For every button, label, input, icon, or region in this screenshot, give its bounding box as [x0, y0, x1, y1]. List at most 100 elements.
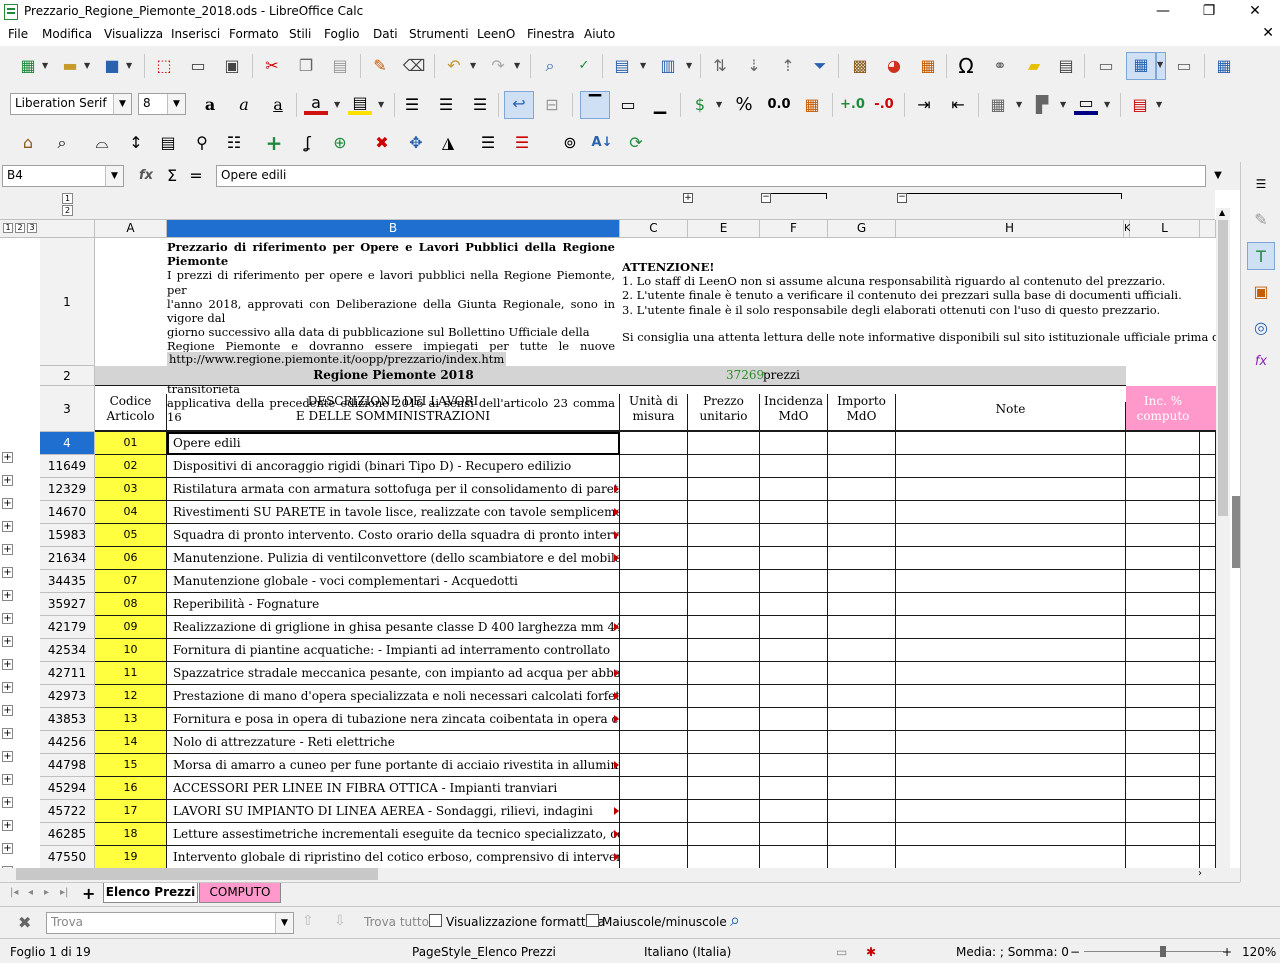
empty-cell[interactable]: [620, 593, 688, 616]
empty-cell[interactable]: [896, 685, 1126, 708]
special-character-icon[interactable]: Ω: [954, 54, 978, 78]
insert-image-icon[interactable]: ▩: [848, 54, 872, 78]
expand-row-group-icon[interactable]: +: [2, 728, 13, 739]
empty-cell[interactable]: [1200, 524, 1216, 547]
close-find-icon[interactable]: ✖: [18, 913, 31, 932]
undo-icon[interactable]: ↶: [442, 54, 466, 78]
description-cell[interactable]: Letture assestimetriche incrementali ese…: [167, 823, 620, 846]
empty-cell[interactable]: [896, 731, 1126, 754]
formula-input[interactable]: Opere edili: [216, 165, 1206, 187]
zoom-in-icon[interactable]: +: [1222, 945, 1232, 959]
height-icon[interactable]: ↕: [124, 131, 148, 155]
row-header[interactable]: 45294: [40, 777, 95, 800]
empty-cell[interactable]: [896, 662, 1126, 685]
row-header[interactable]: 47550: [40, 846, 95, 868]
empty-cell[interactable]: [896, 432, 1126, 455]
empty-cell[interactable]: [688, 524, 760, 547]
headers-footers-icon[interactable]: ▤: [1054, 54, 1078, 78]
code-cell[interactable]: 05: [95, 524, 167, 547]
column-header-m[interactable]: [1200, 220, 1216, 238]
empty-cell[interactable]: [896, 570, 1126, 593]
row-header[interactable]: 44256: [40, 731, 95, 754]
open-dropdown-icon[interactable]: ▼: [84, 54, 92, 78]
find-replace-dialog-icon[interactable]: ⌕: [730, 910, 740, 931]
empty-cell[interactable]: [760, 455, 828, 478]
empty-cell[interactable]: [688, 593, 760, 616]
empty-cell[interactable]: [620, 685, 688, 708]
currency-format-icon[interactable]: $: [688, 93, 712, 117]
outline-level-2[interactable]: 2: [62, 205, 73, 216]
align-middle-icon[interactable]: ▭: [616, 93, 640, 117]
empty-cell[interactable]: [1126, 570, 1200, 593]
row-header[interactable]: 14670: [40, 501, 95, 524]
empty-cell[interactable]: [1200, 547, 1216, 570]
col-level-1[interactable]: 1: [3, 223, 13, 233]
move-icon[interactable]: ✥: [404, 131, 428, 155]
col-level-2[interactable]: 2: [15, 223, 25, 233]
sort-ascending-icon[interactable]: ⇣: [742, 54, 766, 78]
add-decimal-icon[interactable]: +.0: [840, 93, 865, 117]
empty-cell[interactable]: [760, 662, 828, 685]
merge-cells-icon[interactable]: ⊟: [540, 93, 564, 117]
empty-cell[interactable]: [896, 846, 1126, 868]
clone-formatting-icon[interactable]: ✎: [368, 54, 392, 78]
empty-cell[interactable]: [688, 639, 760, 662]
empty-cell[interactable]: [828, 823, 896, 846]
empty-cell[interactable]: [896, 616, 1126, 639]
border-color-icon[interactable]: ▭: [1074, 93, 1098, 115]
description-cell[interactable]: Morsa di amarro a cuneo per fune portant…: [167, 754, 620, 777]
empty-cell[interactable]: [896, 800, 1126, 823]
save-dropdown-icon[interactable]: ▼: [126, 54, 134, 78]
tree-list-icon[interactable]: ☷: [222, 131, 246, 155]
empty-cell[interactable]: [1200, 616, 1216, 639]
sidebar-toggle-handle[interactable]: [1232, 496, 1240, 568]
description-cell[interactable]: Rivestimenti SU PARETE in tavole lisce, …: [167, 501, 620, 524]
date-format-icon[interactable]: ▦: [800, 93, 824, 117]
code-cell[interactable]: 01: [95, 432, 167, 455]
sum-display[interactable]: Media: ; Somma: 0: [956, 945, 1069, 959]
code-cell[interactable]: 18: [95, 823, 167, 846]
empty-cell[interactable]: [1200, 731, 1216, 754]
sort-icon[interactable]: ⇅: [708, 54, 732, 78]
highlight-color-icon[interactable]: ▤: [348, 93, 372, 115]
empty-cell[interactable]: [688, 547, 760, 570]
description-cell[interactable]: Squadra di pronto intervento. Costo orar…: [167, 524, 620, 547]
sum-icon[interactable]: Σ: [160, 164, 184, 188]
find-previous-icon[interactable]: ⇧: [302, 913, 314, 929]
empty-cell[interactable]: [620, 570, 688, 593]
description-cell[interactable]: Manutenzione. Pulizia di ventilconvettor…: [167, 547, 620, 570]
empty-cell[interactable]: [760, 547, 828, 570]
new-icon[interactable]: ▦: [16, 54, 40, 78]
conditional-dropdown-icon[interactable]: ▼: [1156, 93, 1164, 117]
empty-cell[interactable]: [828, 432, 896, 455]
empty-cell[interactable]: [896, 823, 1126, 846]
page-style[interactable]: PageStyle_Elenco Prezzi: [412, 945, 556, 959]
expand-row-group-icon[interactable]: +: [2, 567, 13, 578]
empty-cell[interactable]: [620, 639, 688, 662]
row-header[interactable]: 35927: [40, 593, 95, 616]
gallery-icon[interactable]: ▣: [1247, 278, 1275, 306]
empty-cell[interactable]: [688, 708, 760, 731]
empty-cell[interactable]: [1200, 708, 1216, 731]
empty-cell[interactable]: [1200, 777, 1216, 800]
vertical-scrollbar[interactable]: ▲: [1216, 208, 1230, 868]
redo-dropdown-icon[interactable]: ▼: [514, 54, 522, 78]
hyperlink-icon[interactable]: ⚭: [988, 54, 1012, 78]
empty-cell[interactable]: [688, 777, 760, 800]
empty-cell[interactable]: [760, 616, 828, 639]
empty-cell[interactable]: [1126, 616, 1200, 639]
empty-cell[interactable]: [1200, 593, 1216, 616]
list-icon[interactable]: ▤: [156, 131, 180, 155]
align-center-icon[interactable]: ☰: [434, 93, 458, 117]
expand-row-group-icon[interactable]: +: [2, 475, 13, 486]
column-header-h[interactable]: H: [896, 220, 1124, 238]
empty-cell[interactable]: [896, 455, 1126, 478]
show-draw-functions-icon[interactable]: ▦: [1212, 54, 1236, 78]
expand-row-group-icon[interactable]: +: [2, 843, 13, 854]
description-cell[interactable]: Intervento globale di ripristino del cot…: [167, 846, 620, 868]
code-cell[interactable]: 07: [95, 570, 167, 593]
empty-cell[interactable]: [688, 432, 760, 455]
empty-cell[interactable]: [1126, 800, 1200, 823]
empty-cell[interactable]: [688, 616, 760, 639]
sidebar-menu-icon[interactable]: ☰: [1247, 170, 1275, 198]
